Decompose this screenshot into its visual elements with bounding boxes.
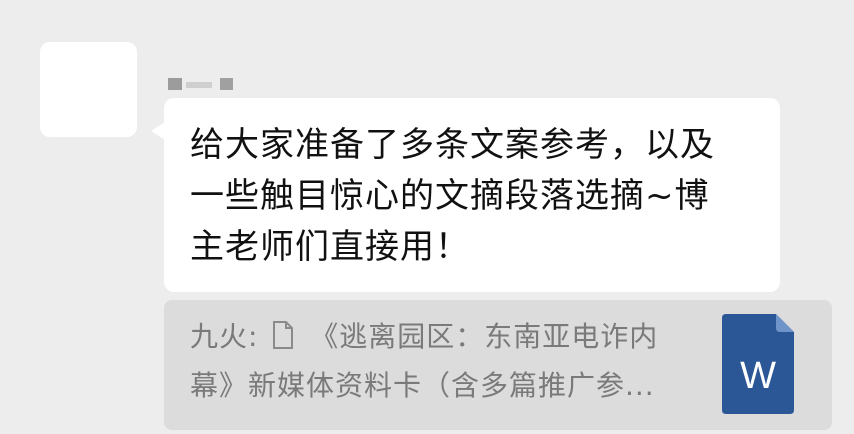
message-line-2: 一些触目惊心的文摘段落选摘~博: [190, 176, 710, 216]
document-icon: [272, 317, 294, 363]
bubble-tail: [151, 122, 165, 140]
quote-line-1: 九火: 《逃离园区：东南亚电诈内: [190, 314, 710, 363]
avatar[interactable]: [40, 42, 137, 137]
message-line-1: 给大家准备了多条文案参考，以及: [190, 125, 715, 165]
word-file-icon[interactable]: W: [722, 314, 794, 414]
quote-sender: 九火:: [190, 320, 259, 353]
message-line-3: 主老师们直接用！: [190, 227, 470, 267]
sender-name-redacted: [168, 74, 238, 90]
message-text: 给大家准备了多条文案参考，以及 一些触目惊心的文摘段落选摘~博 主老师们直接用！: [190, 120, 754, 273]
quote-file-title-part2: 幕》新媒体资料卡（含多篇推广参...: [190, 369, 655, 402]
message-bubble[interactable]: 给大家准备了多条文案参考，以及 一些触目惊心的文摘段落选摘~博 主老师们直接用！: [164, 98, 780, 292]
quote-file-title-part1: 《逃离园区：东南亚电诈内: [310, 320, 659, 353]
word-icon-letter: W: [740, 355, 776, 397]
quote-text: 九火: 《逃离园区：东南亚电诈内 幕》新媒体资料卡（含多篇推广参...: [190, 314, 710, 409]
